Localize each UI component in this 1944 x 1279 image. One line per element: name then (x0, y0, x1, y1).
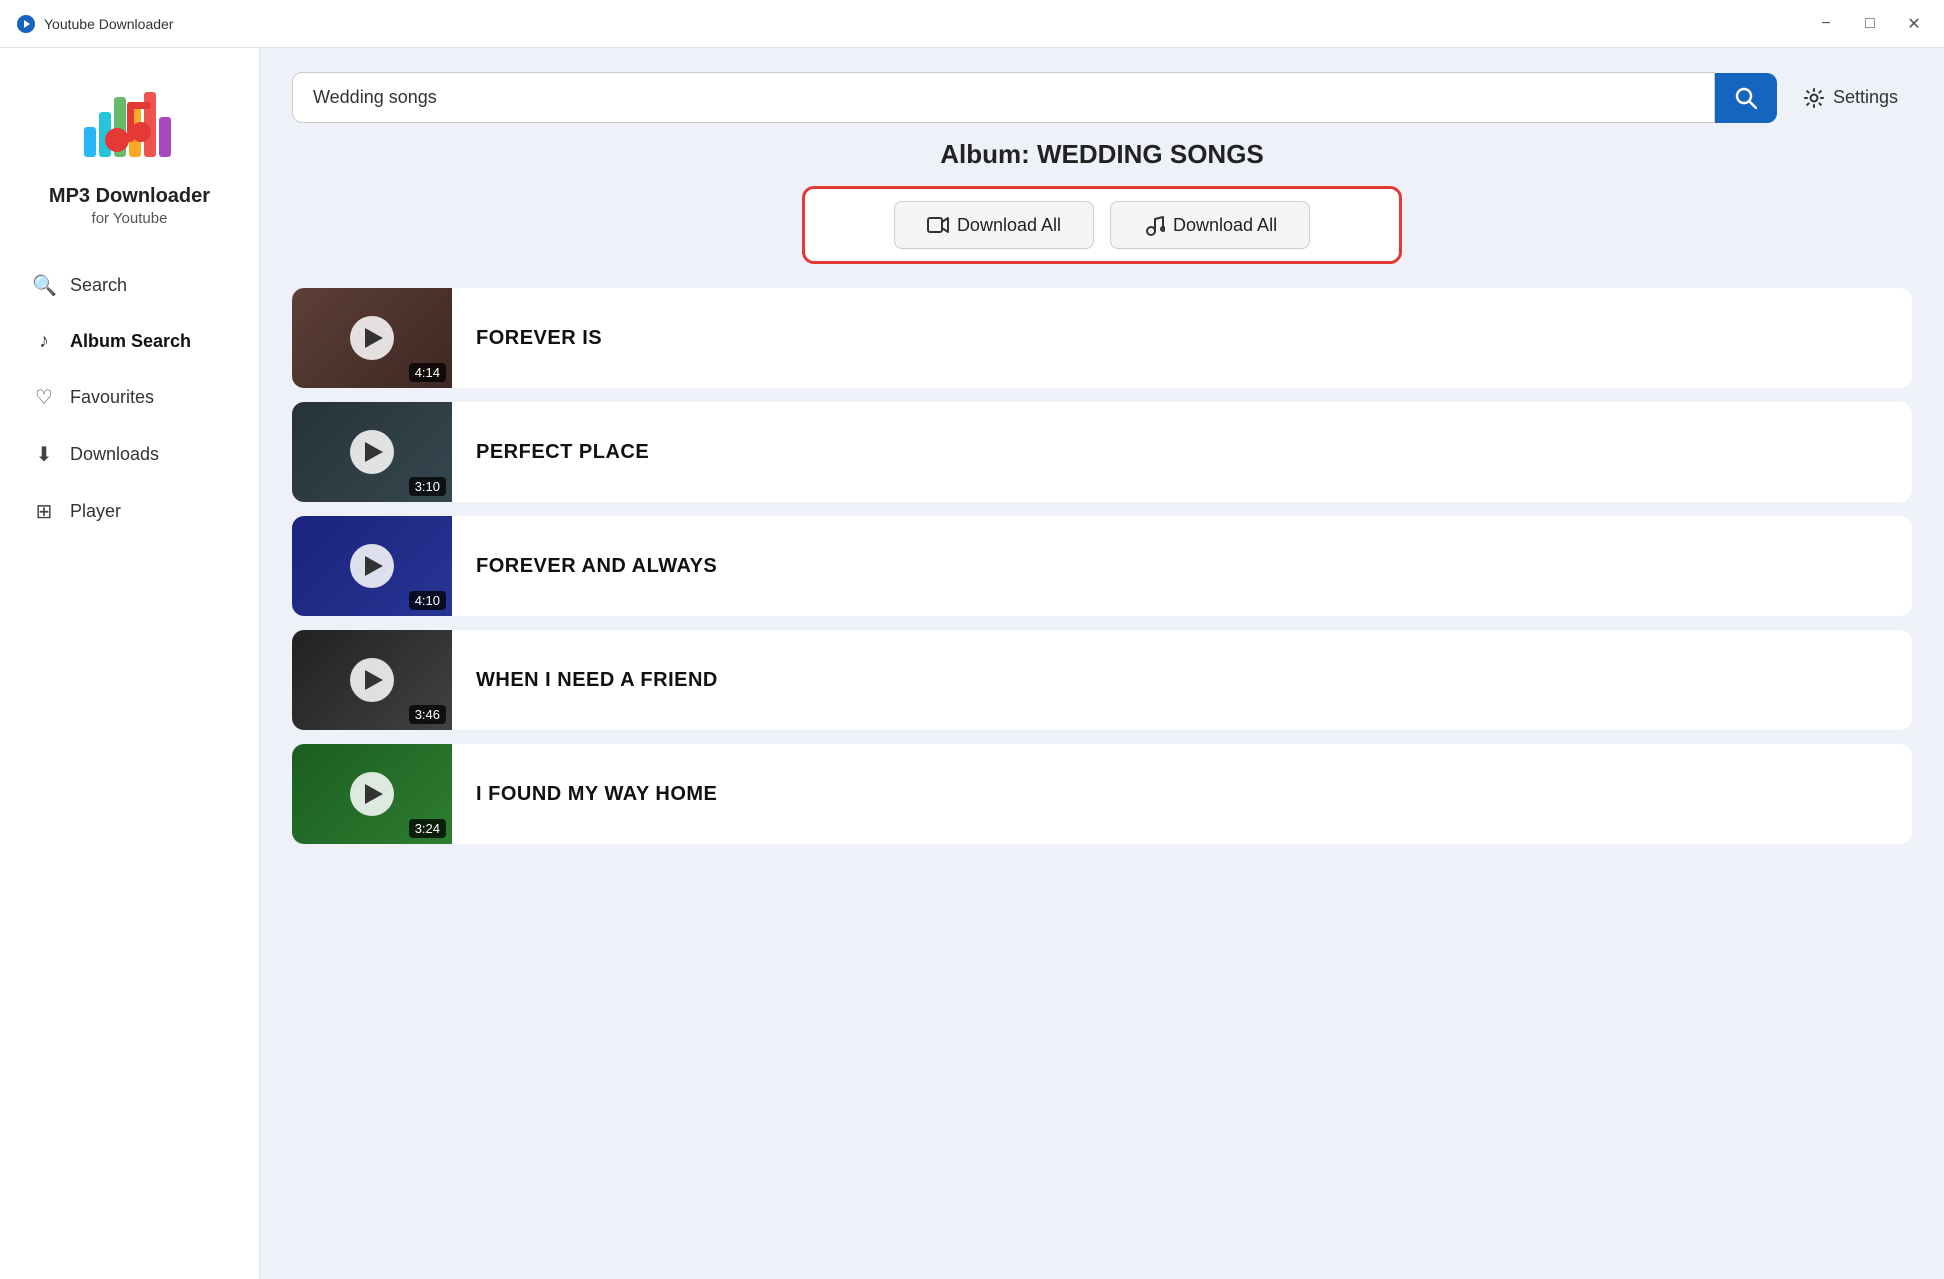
settings-label: Settings (1833, 87, 1898, 108)
search-bar-container: Settings (260, 48, 1944, 139)
duration-badge-2: 3:10 (409, 477, 446, 496)
song-title-2: PERFECT PLACE (476, 441, 1888, 464)
play-button-5[interactable] (350, 772, 394, 816)
close-button[interactable]: ✕ (1900, 10, 1928, 38)
sidebar-item-favourites-label: Favourites (70, 387, 154, 408)
duration-badge-5: 3:24 (409, 819, 446, 838)
app-logo (79, 72, 179, 172)
duration-badge-4: 3:46 (409, 705, 446, 724)
song-item-4: 3:46 WHEN I NEED A FRIEND (292, 630, 1912, 730)
song-thumbnail-3: 4:10 (292, 516, 452, 616)
download-all-bar: Download All Download All (802, 186, 1402, 264)
album-title: Album: WEDDING SONGS (292, 139, 1912, 170)
grid-icon: ⊞ (32, 499, 56, 524)
song-title-1: FOREVER IS (476, 327, 1888, 350)
song-title-4: WHEN I NEED A FRIEND (476, 669, 1888, 692)
settings-button[interactable]: Settings (1789, 77, 1912, 119)
song-thumbnail-5: 3:24 (292, 744, 452, 844)
heart-icon: ♡ (32, 385, 56, 410)
app-subtitle: for Youtube (92, 210, 168, 227)
app-body: MP3 Downloader for Youtube 🔍 Search ♪ Al… (0, 48, 1944, 1279)
song-info-3: FOREVER AND ALWAYS (452, 555, 1912, 578)
download-all-audio-label: Download All (1173, 215, 1277, 236)
app-icon (16, 14, 36, 34)
song-item-2: 3:10 PERFECT PLACE (292, 402, 1912, 502)
music-note-icon: ♪ (32, 330, 56, 353)
song-item-3: 4:10 FOREVER AND ALWAYS (292, 516, 1912, 616)
download-icon: ⬇ (32, 442, 56, 467)
play-button-1[interactable] (350, 316, 394, 360)
maximize-button[interactable]: □ (1856, 10, 1884, 38)
play-button-3[interactable] (350, 544, 394, 588)
app-name: MP3 Downloader (49, 184, 210, 208)
sidebar-item-downloads[interactable]: ⬇ Downloads (12, 428, 247, 481)
sidebar-item-search-label: Search (70, 275, 127, 296)
song-info-1: FOREVER IS (452, 327, 1912, 350)
sidebar-item-favourites[interactable]: ♡ Favourites (12, 371, 247, 424)
nav-menu: 🔍 Search ♪ Album Search ♡ Favourites ⬇ D… (0, 259, 259, 542)
logo-container: MP3 Downloader for Youtube (49, 72, 210, 227)
content-area: Settings Album: WEDDING SONGS Download A… (260, 48, 1944, 1279)
title-bar-left: Youtube Downloader (16, 14, 173, 34)
search-button[interactable] (1715, 73, 1777, 123)
song-info-4: WHEN I NEED A FRIEND (452, 669, 1912, 692)
song-info-2: PERFECT PLACE (452, 441, 1912, 464)
duration-badge-3: 4:10 (409, 591, 446, 610)
download-all-video-button[interactable]: Download All (894, 201, 1094, 249)
duration-badge-1: 4:14 (409, 363, 446, 382)
sidebar-item-album-search-label: Album Search (70, 331, 191, 352)
results-container[interactable]: Album: WEDDING SONGS Download All (260, 139, 1944, 1279)
gear-icon (1803, 87, 1825, 109)
minimize-button[interactable]: − (1812, 10, 1840, 38)
song-item-5: 3:24 I FOUND MY WAY HOME (292, 744, 1912, 844)
sidebar-item-search[interactable]: 🔍 Search (12, 259, 247, 312)
search-icon: 🔍 (32, 273, 56, 298)
download-all-video-label: Download All (957, 215, 1061, 236)
video-icon (927, 214, 949, 236)
sidebar-item-player-label: Player (70, 501, 121, 522)
song-thumbnail-2: 3:10 (292, 402, 452, 502)
song-thumbnail-1: 4:14 (292, 288, 452, 388)
song-title-5: I FOUND MY WAY HOME (476, 783, 1888, 806)
play-button-2[interactable] (350, 430, 394, 474)
sidebar-item-album-search[interactable]: ♪ Album Search (12, 316, 247, 367)
title-bar: Youtube Downloader − □ ✕ (0, 0, 1944, 48)
song-item-1: 4:14 FOREVER IS (292, 288, 1912, 388)
search-input[interactable] (292, 72, 1715, 123)
music-icon (1143, 214, 1165, 236)
sidebar-item-player[interactable]: ⊞ Player (12, 485, 247, 538)
sidebar: MP3 Downloader for Youtube 🔍 Search ♪ Al… (0, 48, 260, 1279)
song-info-5: I FOUND MY WAY HOME (452, 783, 1912, 806)
download-all-audio-button[interactable]: Download All (1110, 201, 1310, 249)
song-thumbnail-4: 3:46 (292, 630, 452, 730)
title-bar-controls: − □ ✕ (1812, 10, 1928, 38)
search-input-wrapper (292, 72, 1777, 123)
song-title-3: FOREVER AND ALWAYS (476, 555, 1888, 578)
sidebar-item-downloads-label: Downloads (70, 444, 159, 465)
search-icon-btn (1735, 87, 1757, 109)
play-button-4[interactable] (350, 658, 394, 702)
title-bar-text: Youtube Downloader (44, 16, 173, 32)
